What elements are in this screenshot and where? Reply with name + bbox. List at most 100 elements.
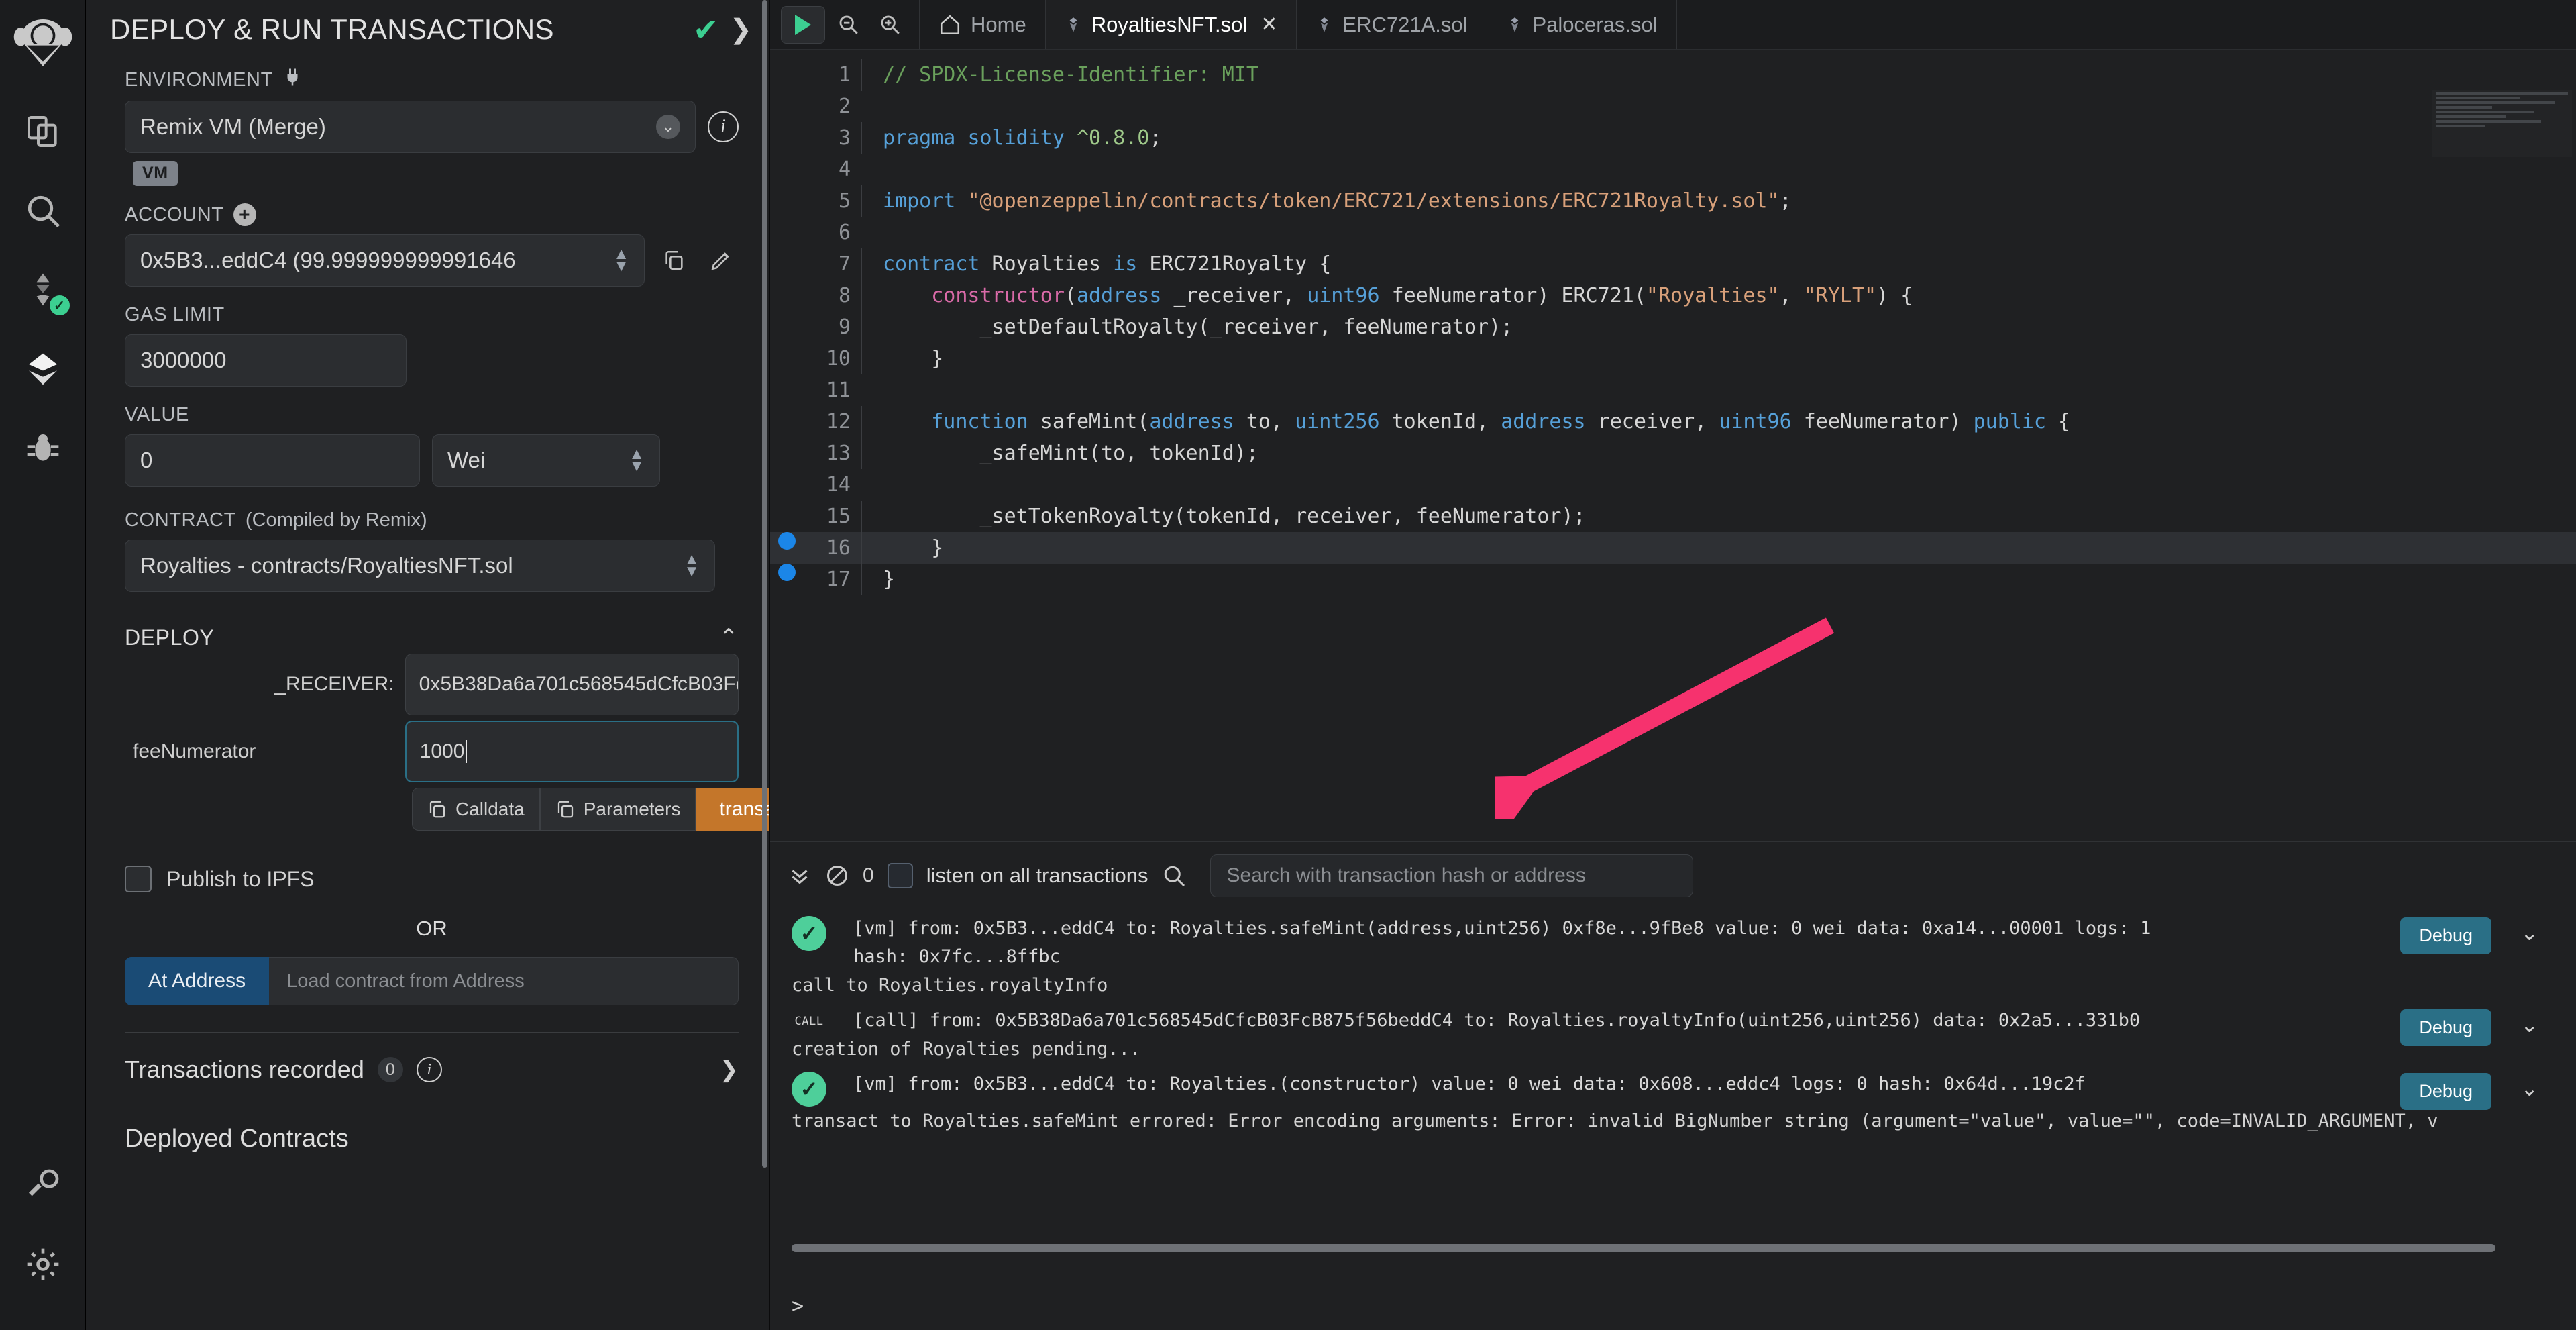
tab-label: ERC721A.sol xyxy=(1342,13,1467,37)
tab-label: Paloceras.sol xyxy=(1533,13,1658,37)
chevron-updown-icon[interactable]: ▲▼ xyxy=(684,554,700,578)
debug-button[interactable]: Debug xyxy=(2400,1009,2491,1046)
breakpoint-icon[interactable] xyxy=(770,564,804,581)
at-address-button[interactable]: At Address xyxy=(125,957,269,1005)
breakpoint-icon[interactable] xyxy=(770,532,804,550)
environment-label: ENVIRONMENT xyxy=(125,67,739,93)
tab-home[interactable]: Home xyxy=(920,0,1046,49)
arg-input-feenumerator[interactable]: 1000 xyxy=(405,721,739,782)
debug-button[interactable]: Debug xyxy=(2400,1073,2491,1110)
transactions-recorded-info-icon[interactable]: i xyxy=(417,1057,442,1082)
chevron-updown-icon[interactable]: ▲▼ xyxy=(629,448,645,472)
line-number: 3 xyxy=(804,122,861,154)
search-icon[interactable] xyxy=(1162,864,1186,888)
settings-gear-icon[interactable] xyxy=(15,1236,71,1292)
code-editor[interactable]: 1// SPDX-License-Identifier: MIT23pragma… xyxy=(770,50,2576,841)
code-text: import "@openzeppelin/contracts/token/ER… xyxy=(861,185,1792,217)
panel-expand-icon[interactable]: ❯ xyxy=(729,16,752,43)
code-line: 11 xyxy=(770,374,2576,406)
panel-body: ENVIRONMENT Remix VM (Merge) ⌄ i VM xyxy=(86,52,769,1171)
sidebar-item-file-explorer[interactable] xyxy=(15,103,71,160)
line-number: 1 xyxy=(804,59,861,91)
sidebar-item-deploy-run[interactable] xyxy=(15,341,71,397)
success-check-icon: ✓ xyxy=(792,916,826,951)
terminal-log-entry[interactable]: ✓[vm] from: 0x5B3...eddC4 to: Royalties.… xyxy=(770,909,2576,1001)
copy-calldata-button[interactable]: Calldata xyxy=(412,788,540,831)
publish-ipfs-checkbox[interactable] xyxy=(125,866,152,892)
clear-terminal-icon[interactable] xyxy=(825,864,849,888)
terminal-log-entry[interactable]: CALL[call] from: 0x5B38Da6a701c568545dCf… xyxy=(770,1001,2576,1065)
deploy-section-header[interactable]: DEPLOY ⌃ xyxy=(125,615,739,654)
tab-royaltiesnft-sol[interactable]: RoyaltiesNFT.sol ✕ xyxy=(1046,0,1297,49)
terminal-count: 0 xyxy=(863,864,874,887)
chevron-up-icon[interactable]: ⌃ xyxy=(719,624,739,651)
collapse-terminal-icon[interactable] xyxy=(788,864,812,888)
line-number: 5 xyxy=(804,185,861,217)
terminal-toolbar: 0 listen on all transactions Search with… xyxy=(770,842,2576,907)
close-icon[interactable]: ✕ xyxy=(1260,13,1277,36)
listen-all-transactions-checkbox[interactable] xyxy=(888,863,913,888)
listen-all-transactions-label: listen on all transactions xyxy=(926,864,1148,888)
terminal-search-input[interactable]: Search with transaction hash or address xyxy=(1210,854,1693,897)
expand-log-icon[interactable]: ⌄ xyxy=(2520,920,2538,945)
arg-input-receiver[interactable]: 0x5B38Da6a701c568545dCfcB03FcB875f5 xyxy=(405,654,739,715)
value-label: VALUE xyxy=(125,404,739,426)
remix-ide-window: ✓ xyxy=(0,0,2576,1330)
tab-paloceras-sol[interactable]: Paloceras.sol xyxy=(1487,0,1677,49)
code-text: // SPDX-License-Identifier: MIT xyxy=(861,59,1258,91)
terminal-horizontal-scrollbar[interactable] xyxy=(792,1244,2496,1252)
terminal-log[interactable]: ✓ [vm] from: 0x5B3...eddC4 to: Royalties.… xyxy=(770,907,2576,1282)
transact-button[interactable]: transact xyxy=(696,788,770,831)
expand-log-icon[interactable]: ⌄ xyxy=(2520,1012,2538,1037)
publish-ipfs-row[interactable]: Publish to IPFS xyxy=(125,866,739,892)
run-script-button[interactable] xyxy=(781,6,825,44)
zoom-out-icon[interactable] xyxy=(830,7,867,43)
panel-check-icon: ✔ xyxy=(693,14,719,45)
environment-info-icon[interactable]: i xyxy=(708,111,739,142)
code-text: } xyxy=(861,564,895,595)
sidebar-item-debugger[interactable] xyxy=(15,420,71,476)
line-number: 8 xyxy=(804,280,861,311)
environment-select[interactable]: Remix VM (Merge) ⌄ xyxy=(125,101,696,153)
edit-account-icon[interactable] xyxy=(704,243,739,278)
activity-bar-bottom xyxy=(15,1157,71,1330)
sidebar-item-search[interactable] xyxy=(15,183,71,239)
chevron-updown-icon[interactable]: ▲▼ xyxy=(613,248,629,272)
code-line: 2 xyxy=(770,91,2576,122)
terminal-log-entry[interactable]: ✓[vm] from: 0x5B3...eddC4 to: Royalties.… xyxy=(770,1065,2576,1137)
gas-limit-input[interactable]: 3000000 xyxy=(125,334,407,387)
page-title: DEPLOY & RUN TRANSACTIONS xyxy=(110,13,682,46)
add-account-icon[interactable]: + xyxy=(233,203,256,226)
code-line: 6 xyxy=(770,217,2576,248)
transactions-recorded-row[interactable]: Transactions recorded 0 i ❯ xyxy=(125,1033,739,1107)
copy-account-icon[interactable] xyxy=(657,243,692,278)
chevron-down-icon[interactable]: ⌄ xyxy=(656,115,680,139)
value-unit-select[interactable]: Wei ▲▼ xyxy=(432,434,660,487)
plugin-manager-icon[interactable] xyxy=(15,1157,71,1213)
contract-select[interactable]: Royalties - contracts/RoyaltiesNFT.sol ▲… xyxy=(125,540,715,592)
code-line: 13 _safeMint(to, tokenId); xyxy=(770,438,2576,469)
chevron-right-icon[interactable]: ❯ xyxy=(720,1056,739,1083)
line-number: 7 xyxy=(804,248,861,280)
value-input[interactable]: 0 xyxy=(125,434,420,487)
line-number: 12 xyxy=(804,406,861,438)
copy-parameters-button[interactable]: Parameters xyxy=(540,788,696,831)
terminal-panel: 0 listen on all transactions Search with… xyxy=(770,841,2576,1330)
code-line: 12 function safeMint(address to, uint256… xyxy=(770,406,2576,438)
at-address-input[interactable]: Load contract from Address xyxy=(269,957,739,1005)
log-line-detail: call to Royalties.royaltyInfo xyxy=(770,971,2576,996)
log-line-primary: [vm] from: 0x5B3...eddC4 to: Royalties.(… xyxy=(841,1070,2576,1098)
debug-button[interactable]: Debug xyxy=(2400,917,2491,954)
line-number: 2 xyxy=(804,91,861,122)
expand-log-icon[interactable]: ⌄ xyxy=(2520,1076,2538,1101)
account-select[interactable]: 0x5B3...eddC4 (99.999999999991646 ▲▼ xyxy=(125,234,645,287)
gas-limit-label: GAS LIMIT xyxy=(125,304,739,326)
log-line-hash: hash: 0x7fc...8ffbc xyxy=(841,943,2576,971)
solidity-file-icon xyxy=(1065,15,1082,35)
tab-erc721a-sol[interactable]: ERC721A.sol xyxy=(1297,0,1487,49)
zoom-in-icon[interactable] xyxy=(872,7,908,43)
sidebar-item-solidity-compiler[interactable]: ✓ xyxy=(15,262,71,318)
terminal-prompt[interactable]: > xyxy=(770,1282,2576,1330)
editor-minimap[interactable] xyxy=(2432,90,2572,157)
panel-scrollbar[interactable] xyxy=(762,0,767,1168)
